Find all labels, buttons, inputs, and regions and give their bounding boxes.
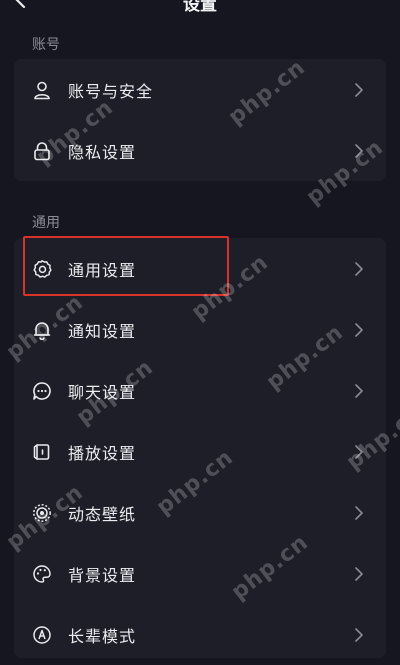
settings-item-label: 通用设置 <box>68 260 137 280</box>
elder-mode-icon <box>32 625 52 645</box>
settings-item-label: 账号与安全 <box>68 81 154 101</box>
chevron-right-icon <box>355 82 363 97</box>
settings-item-elder-mode[interactable]: 长辈模式 <box>14 604 386 665</box>
settings-item-label: 隐私设置 <box>68 142 137 162</box>
nav-bar: 设置 <box>0 0 400 28</box>
settings-item-label: 聊天设置 <box>68 382 137 402</box>
bell-icon <box>32 320 52 340</box>
settings-item-label: 动态壁纸 <box>68 504 137 524</box>
section-label-account: 账号 <box>32 37 60 53</box>
chevron-right-icon <box>355 627 363 642</box>
chevron-right-icon <box>355 566 363 581</box>
settings-item-label: 长辈模式 <box>68 626 137 646</box>
settings-item-general[interactable]: 通用设置 <box>14 238 386 299</box>
lock-icon <box>32 141 52 161</box>
settings-item-privacy[interactable]: 隐私设置 <box>14 120 386 181</box>
settings-item-background[interactable]: 背景设置 <box>14 543 386 604</box>
palette-icon <box>32 564 52 584</box>
gear-icon <box>32 259 52 279</box>
settings-item-label: 通知设置 <box>68 321 137 341</box>
settings-item-live-wallpaper[interactable]: 动态壁纸 <box>14 482 386 543</box>
chevron-right-icon <box>355 383 363 398</box>
chevron-right-icon <box>355 505 363 520</box>
account-settings-card: 账号与安全 隐私设置 <box>14 59 386 181</box>
person-icon <box>32 80 52 100</box>
settings-item-playback[interactable]: 播放设置 <box>14 421 386 482</box>
chat-bubble-icon <box>32 381 52 401</box>
live-wallpaper-icon <box>32 503 52 523</box>
settings-item-account-security[interactable]: 账号与安全 <box>14 59 386 120</box>
settings-item-label: 播放设置 <box>68 443 137 463</box>
page-title: 设置 <box>183 0 217 15</box>
play-device-icon <box>32 442 52 462</box>
chevron-right-icon <box>355 261 363 276</box>
settings-item-label: 背景设置 <box>68 565 137 585</box>
general-settings-card: 通用设置 通知设置 聊天设置 播放设置 动态壁纸 背景设置 长辈模式 <box>14 238 386 658</box>
settings-item-notifications[interactable]: 通知设置 <box>14 299 386 360</box>
chevron-right-icon <box>355 444 363 459</box>
settings-item-chat[interactable]: 聊天设置 <box>14 360 386 421</box>
chevron-right-icon <box>355 143 363 158</box>
section-label-general: 通用 <box>32 215 60 231</box>
chevron-right-icon <box>355 322 363 337</box>
